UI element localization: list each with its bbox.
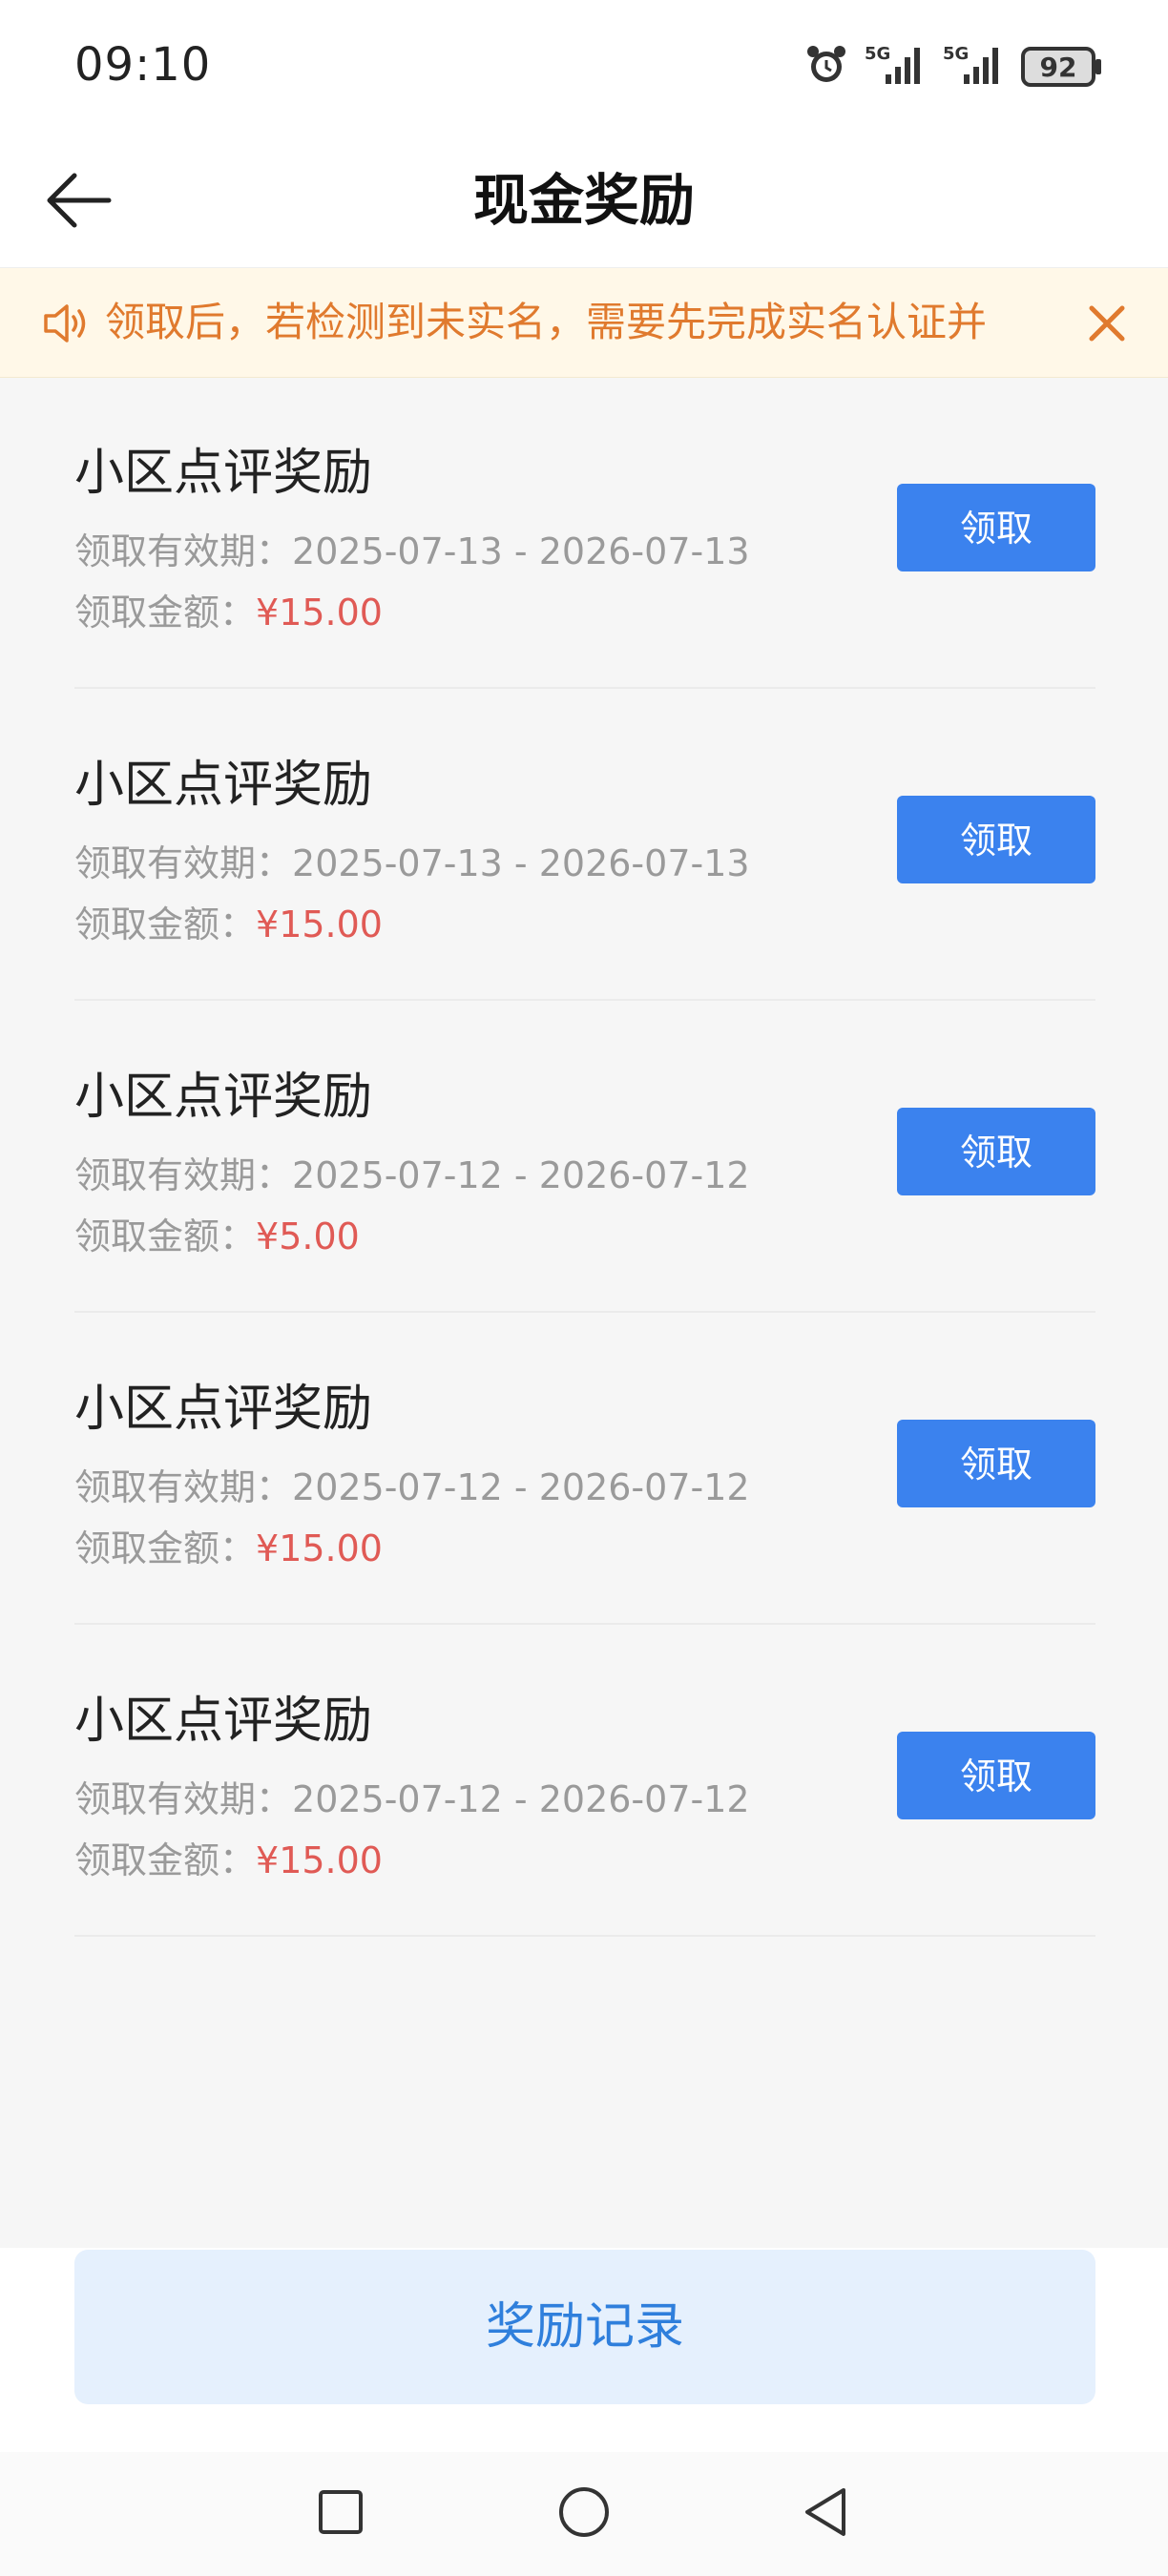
reward-list: 小区点评奖励 领取有效期：2025-07-13 - 2026-07-13 领取金… (74, 377, 1095, 1937)
recent-apps-button[interactable] (307, 2479, 374, 2545)
reward-amount: 领取金额：¥15.00 (74, 1519, 383, 1571)
validity-label: 领取有效期： (74, 842, 293, 884)
app-header: 现金奖励 (0, 134, 1168, 268)
reward-amount: 领取金额：¥15.00 (74, 1831, 383, 1883)
reward-amount: 领取金额：¥15.00 (74, 583, 383, 635)
amount-label: 领取金额： (74, 592, 257, 634)
reward-records-button[interactable]: 奖励记录 (74, 2250, 1095, 2404)
amount-label: 领取金额： (74, 1215, 257, 1257)
validity-label: 领取有效期： (74, 1466, 293, 1508)
reward-validity: 领取有效期：2025-07-13 - 2026-07-13 (74, 834, 750, 886)
validity-value: 2025-07-13 - 2026-07-13 (292, 530, 750, 572)
triangle-back-icon (805, 2488, 845, 2536)
speaker-icon (42, 301, 92, 346)
reward-title: 小区点评奖励 (74, 445, 373, 502)
reward-item: 小区点评奖励 领取有效期：2025-07-12 - 2026-07-12 领取金… (74, 1313, 1095, 1625)
battery-indicator: 92 (1021, 47, 1101, 87)
notice-banner: 领取后，若检测到未实名，需要先完成实名认证并 (0, 268, 1168, 378)
amount-value: ¥5.00 (256, 1215, 360, 1257)
svg-text:5G: 5G (943, 44, 969, 64)
validity-value: 2025-07-12 - 2026-07-12 (292, 1778, 750, 1820)
reward-title: 小区点评奖励 (74, 1381, 373, 1438)
amount-value: ¥15.00 (256, 1527, 383, 1569)
reward-validity: 领取有效期：2025-07-12 - 2026-07-12 (74, 1770, 750, 1822)
circle-icon (559, 2487, 609, 2537)
reward-amount: 领取金额：¥15.00 (74, 895, 383, 947)
status-icons: 5G 5G 92 (805, 42, 1101, 92)
claim-button[interactable]: 领取 (897, 484, 1095, 571)
reward-title: 小区点评奖励 (74, 1069, 373, 1126)
validity-value: 2025-07-12 - 2026-07-12 (292, 1154, 750, 1196)
claim-button[interactable]: 领取 (897, 1732, 1095, 1819)
reward-item: 小区点评奖励 领取有效期：2025-07-12 - 2026-07-12 领取金… (74, 1001, 1095, 1313)
signal-icon: 5G (865, 42, 926, 92)
amount-value: ¥15.00 (256, 1839, 383, 1881)
validity-value: 2025-07-12 - 2026-07-12 (292, 1466, 750, 1508)
reward-validity: 领取有效期：2025-07-13 - 2026-07-13 (74, 522, 750, 574)
reward-title: 小区点评奖励 (74, 757, 373, 814)
reward-item: 小区点评奖励 领取有效期：2025-07-13 - 2026-07-13 领取金… (74, 689, 1095, 1001)
status-time: 09:10 (74, 38, 212, 92)
status-bar: 09:10 5G 5G 92 (0, 0, 1168, 134)
amount-value: ¥15.00 (256, 904, 383, 945)
validity-label: 领取有效期： (74, 530, 293, 572)
reward-validity: 领取有效期：2025-07-12 - 2026-07-12 (74, 1146, 750, 1198)
claim-button[interactable]: 领取 (897, 1420, 1095, 1507)
validity-label: 领取有效期： (74, 1778, 293, 1820)
reward-item: 小区点评奖励 领取有效期：2025-07-12 - 2026-07-12 领取金… (74, 1625, 1095, 1937)
alarm-icon (805, 44, 847, 90)
claim-button[interactable]: 领取 (897, 1108, 1095, 1195)
reward-item: 小区点评奖励 领取有效期：2025-07-13 - 2026-07-13 领取金… (74, 377, 1095, 689)
reward-title: 小区点评奖励 (74, 1693, 373, 1750)
system-nav-bar (0, 2452, 1168, 2576)
close-icon (1089, 305, 1125, 342)
amount-label: 领取金额： (74, 1839, 257, 1881)
amount-value: ¥15.00 (256, 592, 383, 634)
back-nav-button[interactable] (794, 2479, 861, 2545)
notice-text: 领取后，若检测到未实名，需要先完成实名认证并 (105, 299, 988, 345)
square-icon (319, 2490, 363, 2534)
notice-close-button[interactable] (1084, 301, 1130, 346)
signal-icon-2: 5G (943, 42, 1004, 92)
page-title: 现金奖励 (472, 168, 695, 233)
footer-area: 奖励记录 (0, 2248, 1168, 2452)
validity-label: 领取有效期： (74, 1154, 293, 1196)
amount-label: 领取金额： (74, 904, 257, 945)
amount-label: 领取金额： (74, 1527, 257, 1569)
reward-amount: 领取金额：¥5.00 (74, 1207, 360, 1259)
validity-value: 2025-07-13 - 2026-07-13 (292, 842, 750, 884)
reward-validity: 领取有效期：2025-07-12 - 2026-07-12 (74, 1458, 750, 1510)
claim-button[interactable]: 领取 (897, 796, 1095, 883)
home-button[interactable] (551, 2479, 617, 2545)
svg-text:5G: 5G (865, 44, 890, 64)
